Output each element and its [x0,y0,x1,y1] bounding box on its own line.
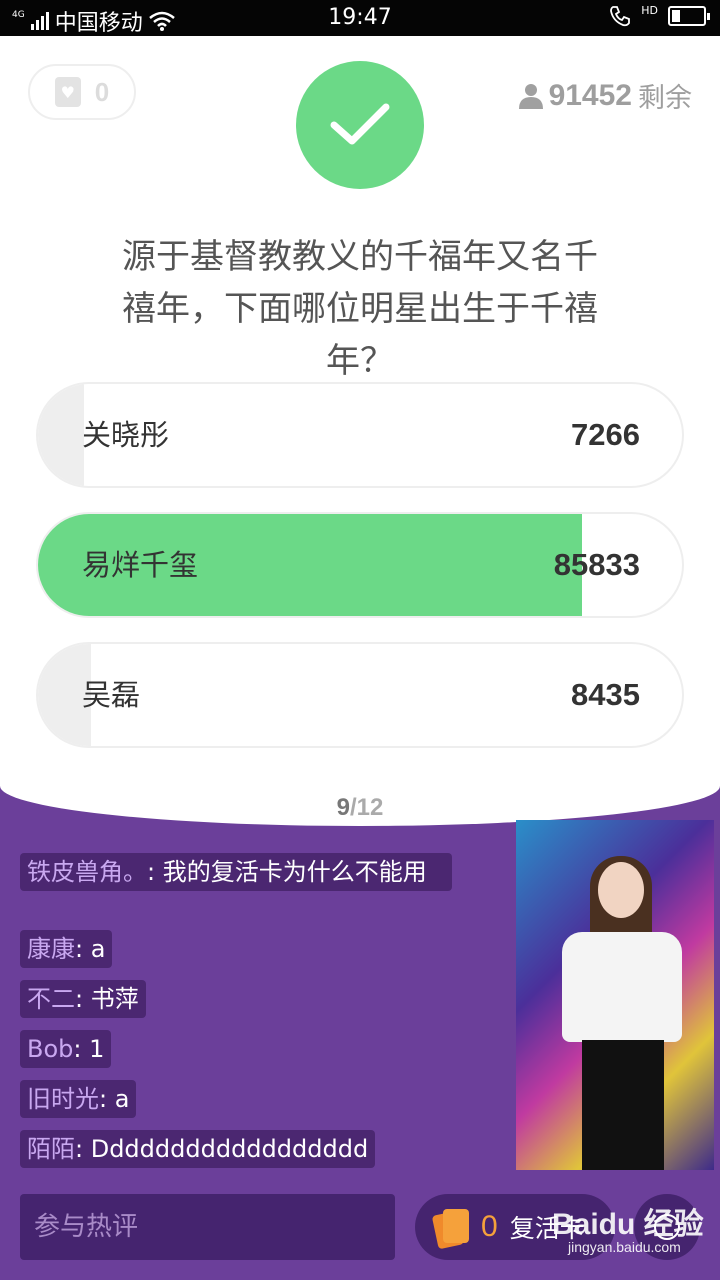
chat-username: 不二 [27,985,75,1013]
chat-username: 旧时光 [27,1085,99,1113]
remaining-count: 91452 [548,78,632,112]
chat-username: 康康 [27,935,75,963]
option-votes: 7266 [571,417,640,452]
chat-text: Dddddddddddddddddd [90,1135,369,1163]
chat-username: Bob [27,1035,74,1063]
chat-message: 不二: 书萍 [20,980,146,1018]
chat-text: a [114,1085,130,1113]
watermark-url: jingyan.baidu.com [568,1239,681,1255]
host-video[interactable] [516,820,714,1170]
lives-count: 0 [94,76,110,107]
option-label: 易烊千玺 [82,548,199,582]
progress-current: 9 [336,794,350,821]
chat-message: 铁皮兽角。: 我的复活卡为什么不能用 [20,853,452,891]
heart-icon: ♥ [54,77,81,107]
question-card: ♥ 0 91452 剩余 源于基督教教义的千福年又名千禧年，下面哪位明星出生于千… [0,36,720,826]
call-icon [610,6,631,27]
answer-option-1[interactable]: 关晓彤 7266 [36,382,684,488]
chat-message: Bob: 1 [20,1030,112,1068]
battery-icon [668,6,710,26]
progress-separator: / [349,794,357,821]
option-votes: 8435 [571,677,640,712]
comment-input[interactable]: 参与热评 [20,1194,395,1260]
baidu-watermark: Baidu 经验 jingyan.baidu.com [540,1195,720,1265]
question-text: 源于基督教教义的千福年又名千禧年，下面哪位明星出生于千禧年？ [122,237,598,381]
user-icon [518,83,543,109]
chat-text: a [90,935,106,963]
remaining-label: 剩余 [638,83,692,114]
vote-bar [38,384,84,486]
chat-text: 我的复活卡为什么不能用 [162,858,427,886]
lives-indicator[interactable]: ♥ 0 [28,64,136,120]
chat-message: 陌陌: Dddddddddddddddddd [20,1130,376,1168]
chat-username: 陌陌 [27,1135,75,1163]
remaining-players: 91452 剩余 [518,76,692,115]
chat-message: 康康: a [20,930,113,968]
option-label: 吴磊 [82,678,141,712]
chat-text: 1 [89,1035,105,1063]
revive-card-icon [431,1207,469,1250]
chat-message: 旧时光: a [20,1080,137,1118]
option-votes: 85833 [553,547,640,582]
chat-username: 铁皮兽角。 [27,858,147,886]
status-bar: 4G 中国移动 19:47 HD [0,0,720,36]
watermark-logo: Baidu 经验 [552,1208,704,1241]
revive-count: 0 [481,1210,498,1243]
correct-check-icon [296,61,424,189]
option-label: 关晓彤 [82,418,170,452]
answer-option-3[interactable]: 吴磊 8435 [36,642,684,748]
question-progress: 9/12 [0,794,720,822]
answer-option-2[interactable]: 易烊千玺 85833 [36,512,684,618]
hd-indicator: HD [641,3,658,17]
chat-text: 书萍 [90,985,139,1013]
progress-total: 12 [356,794,384,821]
